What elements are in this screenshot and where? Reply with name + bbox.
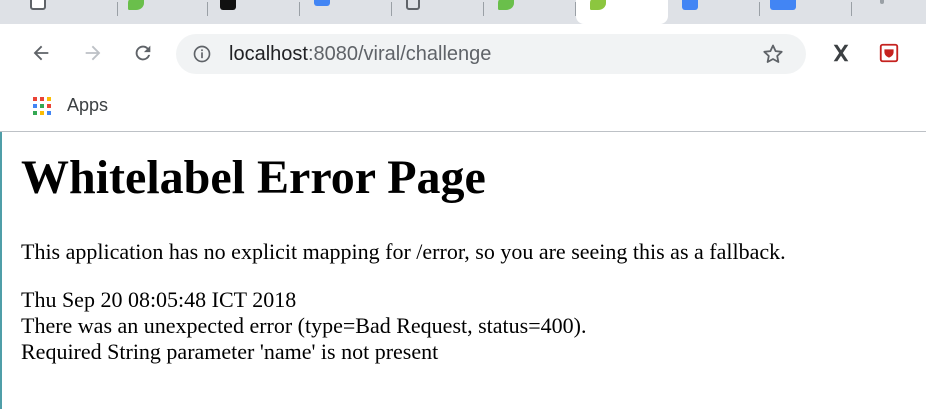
apps-bookmark[interactable]: Apps (67, 95, 108, 116)
error-status: There was an unexpected error (type=Bad … (21, 313, 587, 338)
x-logo-icon (833, 44, 849, 62)
back-button[interactable] (26, 38, 56, 68)
doc-icon (770, 0, 796, 10)
url-text[interactable]: localhost:8080/viral/challenge (229, 43, 491, 65)
tab-2[interactable] (118, 0, 208, 24)
url-host: localhost (229, 43, 308, 65)
tab-3[interactable] (208, 0, 300, 24)
page-icon (880, 0, 884, 4)
window-edge (0, 132, 2, 409)
browser-toolbar: localhost:8080/viral/challenge (0, 24, 926, 86)
active-tab[interactable] (576, 0, 668, 24)
extension-x-button[interactable] (826, 38, 856, 68)
extension-shield-button[interactable] (874, 38, 904, 68)
forward-button[interactable] (78, 38, 108, 68)
arrow-right-icon (85, 45, 101, 61)
tab-4[interactable] (300, 0, 392, 24)
apps-grid-icon[interactable] (32, 96, 52, 116)
page-icon (30, 0, 46, 10)
leaf-icon (590, 0, 606, 10)
tab-10[interactable] (852, 0, 926, 24)
address-bar[interactable]: localhost:8080/viral/challenge (176, 34, 806, 74)
page-title: Whitelabel Error Page (21, 151, 486, 204)
star-icon[interactable] (761, 42, 785, 66)
tab-strip (0, 0, 926, 24)
browser-chrome: localhost:8080/viral/challenge Apps (0, 0, 926, 132)
leaf-icon (128, 0, 144, 10)
github-icon (220, 0, 236, 10)
error-message: This application has no explicit mapping… (21, 239, 786, 264)
doc-icon (314, 0, 330, 6)
tab-5[interactable] (392, 0, 484, 24)
bookmarks-bar: Apps (0, 86, 926, 132)
error-timestamp: Thu Sep 20 08:05:48 ICT 2018 (21, 287, 297, 312)
url-path: :8080/viral/challenge (307, 43, 492, 65)
shield-icon (879, 43, 899, 63)
tab-1[interactable] (0, 0, 118, 24)
page-content: Whitelabel Error Page This application h… (21, 132, 921, 365)
arrow-left-icon (33, 45, 49, 61)
info-icon[interactable] (192, 44, 212, 64)
leaf-icon (498, 0, 514, 10)
reload-icon (135, 45, 151, 61)
error-details: Thu Sep 20 08:05:48 ICT 2018 There was a… (21, 287, 921, 365)
reload-button[interactable] (128, 38, 158, 68)
tab-9[interactable] (760, 0, 852, 24)
doc-icon (682, 0, 698, 10)
page-icon (406, 0, 420, 10)
error-detail: Required String parameter 'name' is not … (21, 339, 439, 364)
tab-8[interactable] (668, 0, 760, 24)
tab-6[interactable] (484, 0, 576, 24)
